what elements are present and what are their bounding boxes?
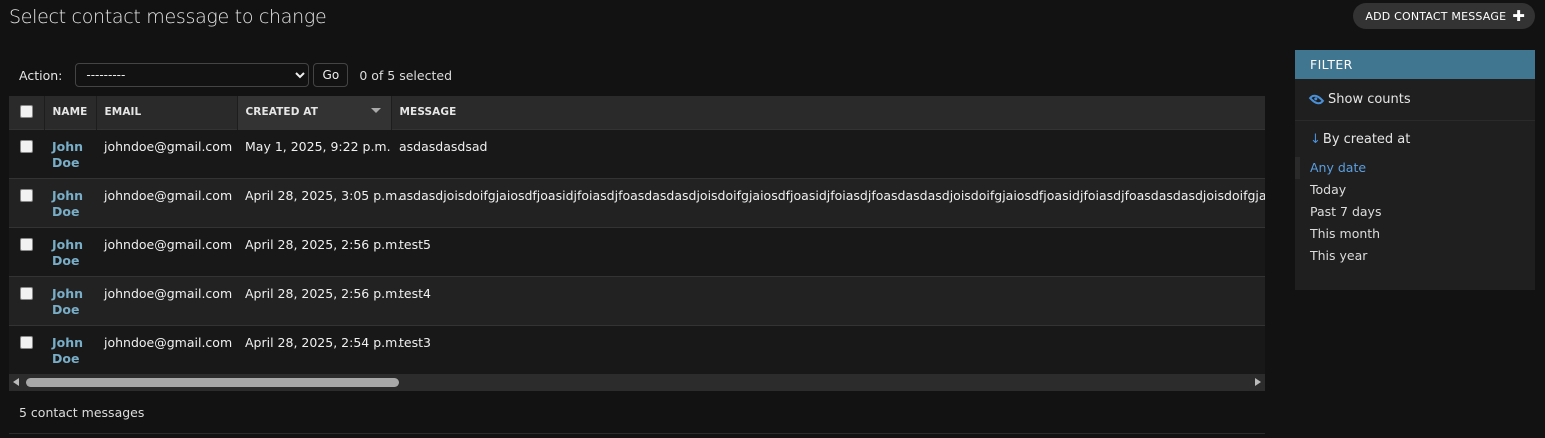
table-header-row: Name Email Created at Message [9, 96, 1265, 129]
admin-changelist-page: Select contact message to change ADD CON… [0, 0, 1545, 438]
column-header-created-at[interactable]: Created at [237, 96, 392, 129]
paginator: 5 contact messages [9, 396, 1265, 434]
message-cell: asdasdasdsad [391, 128, 1265, 178]
eye-icon [1308, 91, 1325, 108]
filter-header: FILTER [1295, 50, 1535, 79]
filter-options: Any date Today Past 7 days This month Th… [1295, 157, 1535, 267]
row-checkbox[interactable] [20, 188, 33, 202]
name-cell: John Doe [44, 128, 96, 178]
email-cell: johndoe@gmail.com [96, 177, 237, 227]
message-cell: test5 [391, 226, 1265, 276]
results-table: Name Email Created at Message John Doe j… [9, 96, 1265, 374]
row-checkbox-cell [9, 177, 44, 227]
column-header-name[interactable]: Name [44, 96, 97, 129]
action-label: Action: [19, 67, 63, 83]
created-at-cell: April 28, 2025, 2:56 p.m. [237, 275, 401, 325]
select-all-checkbox[interactable] [20, 105, 33, 119]
scroll-right-arrow-icon[interactable] [1255, 378, 1261, 386]
name-link[interactable]: John Doe [52, 237, 83, 268]
name-link[interactable]: John Doe [52, 335, 83, 366]
row-checkbox[interactable] [20, 237, 33, 251]
column-header-message[interactable]: Message [391, 96, 1265, 129]
column-header-email[interactable]: Email [96, 96, 238, 129]
name-link[interactable]: John Doe [52, 188, 83, 219]
email-cell: johndoe@gmail.com [96, 128, 237, 178]
row-checkbox[interactable] [20, 139, 33, 153]
column-header-created-at-label: Created at [245, 106, 318, 119]
created-at-cell: April 28, 2025, 3:05 p.m. [237, 177, 401, 227]
scroll-left-arrow-icon[interactable] [13, 378, 19, 386]
table-row: John Doe johndoe@gmail.com April 28, 202… [9, 226, 1265, 276]
filter-option-any-date[interactable]: Any date [1295, 157, 1535, 179]
show-counts-label: Show counts [1328, 92, 1411, 107]
table-row: John Doe johndoe@gmail.com April 28, 202… [9, 275, 1265, 325]
plus-icon: ✚ [1512, 6, 1525, 25]
filter-by-created-at-heading[interactable]: ↓ By created at [1295, 121, 1535, 157]
selection-counter: 0 of 5 selected [359, 67, 452, 83]
horizontal-scrollbar[interactable] [9, 374, 1265, 391]
arrow-down-icon: ↓ [1310, 132, 1321, 147]
row-checkbox-cell [9, 275, 44, 325]
name-cell: John Doe [44, 177, 96, 227]
name-link[interactable]: John Doe [52, 286, 83, 317]
show-counts-link[interactable]: Show counts [1295, 79, 1535, 121]
go-button[interactable]: Go [313, 63, 349, 87]
actions-bar: Action: --------- Go 0 of 5 selected [9, 60, 1265, 90]
name-link[interactable]: John Doe [52, 139, 83, 170]
email-cell: johndoe@gmail.com [96, 226, 237, 276]
filter-option-today[interactable]: Today [1295, 179, 1535, 201]
name-cell: John Doe [44, 226, 96, 276]
page-title: Select contact message to change [9, 6, 327, 28]
results-table-wrapper: Name Email Created at Message John Doe j… [9, 96, 1265, 374]
message-cell: asdasdjoisdoifgjaiosdfjoasidjfoiasdjfoas… [391, 177, 1265, 227]
table-row: John Doe johndoe@gmail.com April 28, 202… [9, 324, 1265, 374]
add-button-label: ADD CONTACT MESSAGE [1365, 9, 1507, 23]
table-row: John Doe johndoe@gmail.com April 28, 202… [9, 177, 1265, 227]
table-row: John Doe johndoe@gmail.com May 1, 2025, … [9, 128, 1265, 178]
email-cell: johndoe@gmail.com [96, 324, 237, 374]
name-cell: John Doe [44, 275, 96, 325]
sort-descending-icon[interactable] [370, 108, 381, 113]
filter-by-label: By created at [1322, 132, 1411, 147]
message-cell: test4 [391, 275, 1265, 325]
action-select[interactable]: --------- [75, 63, 310, 87]
created-at-cell: May 1, 2025, 9:22 p.m. [237, 128, 391, 178]
select-all-header [9, 96, 45, 129]
row-checkbox-cell [9, 324, 44, 374]
message-cell: test3 [391, 324, 1265, 374]
filter-option-this-month[interactable]: This month [1295, 223, 1535, 245]
filter-panel: FILTER Show counts ↓ By created at Any da… [1295, 50, 1535, 290]
scrollbar-thumb[interactable] [26, 378, 399, 387]
filter-option-past-7-days[interactable]: Past 7 days [1295, 201, 1535, 223]
row-checkbox-cell [9, 128, 44, 178]
row-checkbox[interactable] [20, 335, 33, 349]
add-contact-message-button[interactable]: ADD CONTACT MESSAGE ✚ [1353, 3, 1535, 29]
created-at-cell: April 28, 2025, 2:56 p.m. [237, 226, 401, 276]
name-cell: John Doe [44, 324, 96, 374]
email-cell: johndoe@gmail.com [96, 275, 237, 325]
filter-option-this-year[interactable]: This year [1295, 245, 1535, 267]
row-checkbox[interactable] [20, 286, 33, 300]
row-checkbox-cell [9, 226, 44, 276]
created-at-cell: April 28, 2025, 2:54 p.m. [237, 324, 401, 374]
